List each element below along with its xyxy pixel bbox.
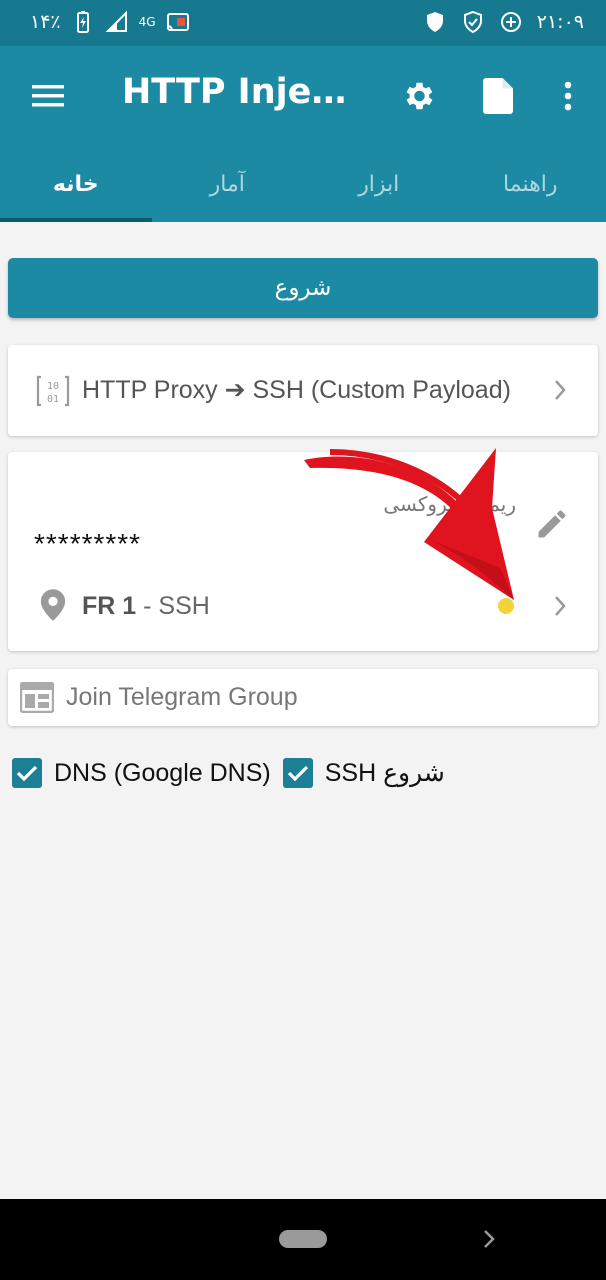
battery-charging-icon (76, 11, 89, 33)
chevron-right-icon (549, 379, 571, 401)
document-icon (483, 78, 513, 114)
overflow-menu-button[interactable] (546, 74, 590, 118)
tab-help[interactable]: راهنما (455, 146, 606, 222)
edit-icon[interactable] (534, 506, 570, 542)
clock: ۲۱:۰۹ (536, 11, 584, 33)
telegram-group-label: Join Telegram Group (66, 683, 298, 711)
dns-checkbox[interactable] (12, 758, 42, 788)
telegram-card[interactable]: Join Telegram Group (8, 669, 598, 726)
tunnel-mode-card[interactable]: 10 01 HTTP Proxy ➔ SSH (Custom Payload) (8, 345, 598, 436)
tab-stats[interactable]: آمار (152, 146, 304, 222)
status-bar-right: ۲۱:۰۹ (423, 10, 584, 34)
app-title: HTTP Injector (122, 72, 367, 112)
app-bar: HTTP Injector خانه آمار ابزار راهنما (0, 46, 606, 222)
more-vert-icon (564, 81, 572, 111)
password-field: ********* (34, 528, 142, 559)
svg-text:10: 10 (47, 381, 59, 392)
tunnel-mode-label: HTTP Proxy ➔ SSH (Custom Payload) (82, 376, 511, 404)
server-card: ریموت پروکسی ********* FR 1 - SSH (8, 452, 598, 651)
signal-icon (105, 10, 127, 32)
home-pill[interactable] (279, 1230, 327, 1248)
web-page-icon (20, 682, 54, 713)
menu-icon (32, 85, 64, 107)
nav-forward-icon[interactable] (478, 1227, 500, 1251)
server-code: FR 1 (82, 592, 137, 620)
ssh-autostart-label: SSH شروع (324, 759, 445, 787)
shield-check-icon (463, 10, 482, 34)
dns-option[interactable]: DNS (Google DNS) (12, 758, 271, 788)
server-type: - SSH (136, 592, 210, 620)
dns-checkbox-label: DNS (Google DNS) (54, 758, 271, 787)
ssh-autostart-checkbox[interactable] (282, 758, 313, 788)
location-pin-icon (40, 589, 66, 621)
data-saver-icon (500, 12, 521, 32)
config-file-button[interactable] (476, 74, 520, 118)
status-bar-left: ۱۴٪ 4G (30, 10, 190, 34)
shield-icon (426, 12, 443, 32)
menu-button[interactable] (26, 74, 70, 118)
checkmark-icon (287, 765, 308, 782)
settings-button[interactable] (396, 74, 440, 118)
server-remark: ریموت پروکسی (383, 492, 516, 516)
tab-home[interactable]: خانه (0, 146, 152, 222)
battery-percent: ۱۴٪ (30, 11, 61, 33)
server-select-chevron[interactable] (549, 595, 571, 617)
server-name[interactable]: FR 1 - SSH (82, 592, 210, 621)
status-bar: ۱۴٪ 4G ۲۱:۰۹ (0, 0, 606, 46)
tab-tools[interactable]: ابزار (303, 146, 455, 222)
cast-icon (166, 13, 189, 31)
binary-icon: 10 01 (36, 375, 70, 407)
start-button[interactable]: شروع (8, 258, 598, 318)
ssh-autostart-option[interactable]: SSH شروع (282, 758, 445, 788)
svg-text:01: 01 (47, 394, 59, 405)
gear-icon (406, 82, 433, 110)
checkmark-icon (16, 765, 38, 782)
chevron-right-icon (555, 596, 566, 616)
network-type: 4G (138, 15, 156, 29)
server-status-dot (498, 598, 514, 614)
system-nav-bar (0, 1199, 606, 1280)
tab-bar: خانه آمار ابزار راهنما (0, 146, 606, 222)
options-row: DNS (Google DNS) SSH شروع (12, 758, 457, 788)
